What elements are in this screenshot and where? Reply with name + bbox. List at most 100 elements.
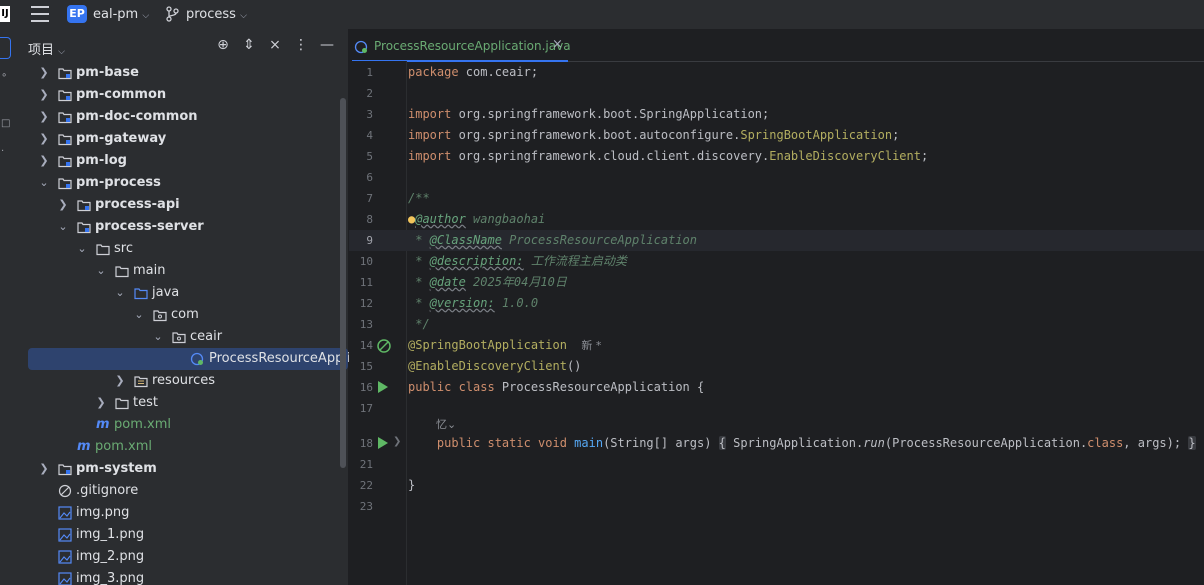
- code-line-14[interactable]: @SpringBootApplication 新 *: [408, 335, 601, 356]
- chevron-down-icon: ⌵: [58, 47, 65, 57]
- tree-item-img-2-png[interactable]: img_2.png: [16, 546, 348, 568]
- chevron-right-icon[interactable]: ❯: [57, 194, 69, 216]
- chevron-down-icon[interactable]: ⌄: [95, 260, 107, 282]
- tree-item-img-3-png[interactable]: img_3.png: [16, 568, 348, 585]
- code-line-11[interactable]: * @date 2025年04月10日: [408, 272, 567, 293]
- chevron-down-icon[interactable]: ⌄: [76, 238, 88, 260]
- chevron-right-icon[interactable]: ❯: [38, 106, 50, 128]
- locate-file-icon[interactable]: ⊕: [214, 36, 232, 54]
- tree-item-java[interactable]: ⌄ java: [16, 282, 348, 304]
- tree-item-processresourceapplication[interactable]: ProcessResourceApplication: [28, 348, 391, 370]
- module-folder-icon: [77, 222, 91, 234]
- usages-hint[interactable]: 忆⌄: [436, 418, 456, 431]
- code-line-1[interactable]: package com.ceair;: [408, 62, 538, 83]
- project-badge[interactable]: EP: [67, 5, 87, 23]
- git-branch-icon[interactable]: [165, 6, 179, 22]
- chevron-right-icon[interactable]: ❯: [114, 370, 126, 392]
- code-line-4[interactable]: import org.springframework.boot.autoconf…: [408, 125, 899, 146]
- tree-item-img-png[interactable]: img.png: [16, 502, 348, 524]
- options-icon[interactable]: ⋮: [292, 36, 310, 54]
- code-line-5[interactable]: import org.springframework.cloud.client.…: [408, 146, 928, 167]
- line-number: 21: [359, 458, 373, 471]
- tree-item-pom-xml-server[interactable]: m pom.xml: [16, 414, 348, 436]
- tree-item-resources[interactable]: ❯ resources: [16, 370, 348, 392]
- more-tools-icon[interactable]: ·: [1, 146, 4, 157]
- tree-item-pm-log[interactable]: ❯ pm-log: [16, 150, 348, 172]
- fold-marker[interactable]: {: [718, 436, 726, 450]
- code-line-12[interactable]: * @version: 1.0.0: [408, 293, 538, 314]
- tree-item-label: pm-process: [76, 175, 161, 190]
- chevron-down-icon[interactable]: ⌄: [152, 326, 164, 348]
- chevron-right-icon[interactable]: ❯: [38, 150, 50, 172]
- code-text: , args);: [1123, 436, 1182, 450]
- tree-item-com[interactable]: ⌄ com: [16, 304, 348, 326]
- code-line-8[interactable]: ●@author wangbaohai: [408, 209, 545, 230]
- chevron-right-icon[interactable]: ❯: [38, 62, 50, 84]
- line-number: 14: [359, 339, 373, 352]
- chevron-down-icon[interactable]: ⌄: [38, 172, 50, 194]
- project-switcher[interactable]: eal-pm ⌵: [93, 7, 149, 22]
- fold-chevron-icon[interactable]: ❯: [393, 436, 401, 447]
- tree-item-pm-gateway[interactable]: ❯ pm-gateway: [16, 128, 348, 150]
- code-line-7[interactable]: /**: [408, 188, 430, 209]
- tree-item-pm-base[interactable]: ❯ pm-base: [16, 62, 348, 84]
- structure-tool-icon[interactable]: □: [1, 118, 10, 129]
- chevron-right-icon[interactable]: ❯: [38, 84, 50, 106]
- project-tool-window-icon[interactable]: [0, 37, 11, 59]
- tree-item-ceair[interactable]: ⌄ ceair: [16, 326, 348, 348]
- chevron-down-icon[interactable]: ⌄: [57, 216, 69, 238]
- tree-item-process-server[interactable]: ⌄ process-server: [16, 216, 348, 238]
- tree-item-pm-doc-common[interactable]: ❯ pm-doc-common: [16, 106, 348, 128]
- chevron-right-icon[interactable]: ❯: [95, 392, 107, 414]
- editor-tab[interactable]: ProcessResourceApplication.java ×: [352, 36, 571, 62]
- tree-item-pm-system[interactable]: ❯ pm-system: [16, 458, 348, 480]
- run-icon[interactable]: [378, 437, 388, 449]
- code-line-13[interactable]: */: [408, 314, 429, 335]
- chevron-down-icon[interactable]: ⌄: [114, 282, 126, 304]
- close-icon[interactable]: ×: [552, 37, 563, 52]
- tree-item-process-api[interactable]: ❯ process-api: [16, 194, 348, 216]
- project-view-selector[interactable]: 项目 ⌵: [28, 39, 65, 58]
- tree-item-pm-process[interactable]: ⌄ pm-process: [16, 172, 348, 194]
- tree-item-img-1-png[interactable]: img_1.png: [16, 524, 348, 546]
- branch-switcher[interactable]: process ⌵: [186, 7, 247, 22]
- tree-item-main[interactable]: ⌄ main: [16, 260, 348, 282]
- tree-item-label: pom.xml: [95, 439, 152, 454]
- code-vision-hint[interactable]: 忆⌄: [436, 414, 456, 435]
- expand-all-icon[interactable]: ⇕: [240, 36, 258, 54]
- code-line-10[interactable]: * @description: 工作流程主启动类: [408, 251, 627, 272]
- fold-marker[interactable]: }: [1188, 436, 1196, 450]
- code-line-22[interactable]: }: [408, 475, 415, 496]
- code-line-15[interactable]: @EnableDiscoveryClient(): [408, 356, 581, 377]
- folder-icon: [115, 266, 129, 278]
- line-number: 18: [359, 437, 373, 450]
- collapse-all-icon[interactable]: ⨯: [266, 36, 284, 54]
- line-number: 17: [359, 402, 373, 415]
- line-number: 22: [359, 479, 373, 492]
- image-file-icon: [58, 506, 72, 520]
- app-logo-icon[interactable]: IJ: [0, 6, 10, 22]
- tree-item-pm-common[interactable]: ❯ pm-common: [16, 84, 348, 106]
- chevron-down-icon[interactable]: ⌄: [133, 304, 145, 326]
- main-menu-icon[interactable]: [31, 6, 49, 22]
- line-number: 23: [359, 500, 373, 513]
- chevron-right-icon[interactable]: ❯: [38, 128, 50, 150]
- hide-panel-icon[interactable]: —: [318, 36, 336, 54]
- code-line-3[interactable]: import org.springframework.boot.SpringAp…: [408, 104, 769, 125]
- project-panel-scrollbar[interactable]: [340, 98, 346, 468]
- author-hint[interactable]: 新 *: [581, 339, 601, 352]
- code-text: (ProcessResourceApplication.: [884, 436, 1088, 450]
- method-name: main: [566, 436, 604, 450]
- tree-item-src[interactable]: ⌄ src: [16, 238, 348, 260]
- code-line-16[interactable]: public class ProcessResourceApplication …: [408, 377, 704, 398]
- chevron-right-icon[interactable]: ❯: [38, 458, 50, 480]
- code-line-18[interactable]: public static void main(String[] args) {…: [408, 433, 1196, 454]
- commit-tool-icon[interactable]: ∘: [1, 70, 7, 81]
- spring-bean-icon[interactable]: [376, 338, 392, 354]
- run-icon[interactable]: [378, 381, 388, 393]
- tree-item-pom-xml-process[interactable]: m pom.xml: [16, 436, 348, 458]
- code-line-9[interactable]: * @ClassName ProcessResourceApplication: [408, 230, 697, 251]
- tree-item-test[interactable]: ❯ test: [16, 392, 348, 414]
- tree-item-gitignore[interactable]: .gitignore: [16, 480, 348, 502]
- annotation: @SpringBootApplication: [408, 338, 567, 352]
